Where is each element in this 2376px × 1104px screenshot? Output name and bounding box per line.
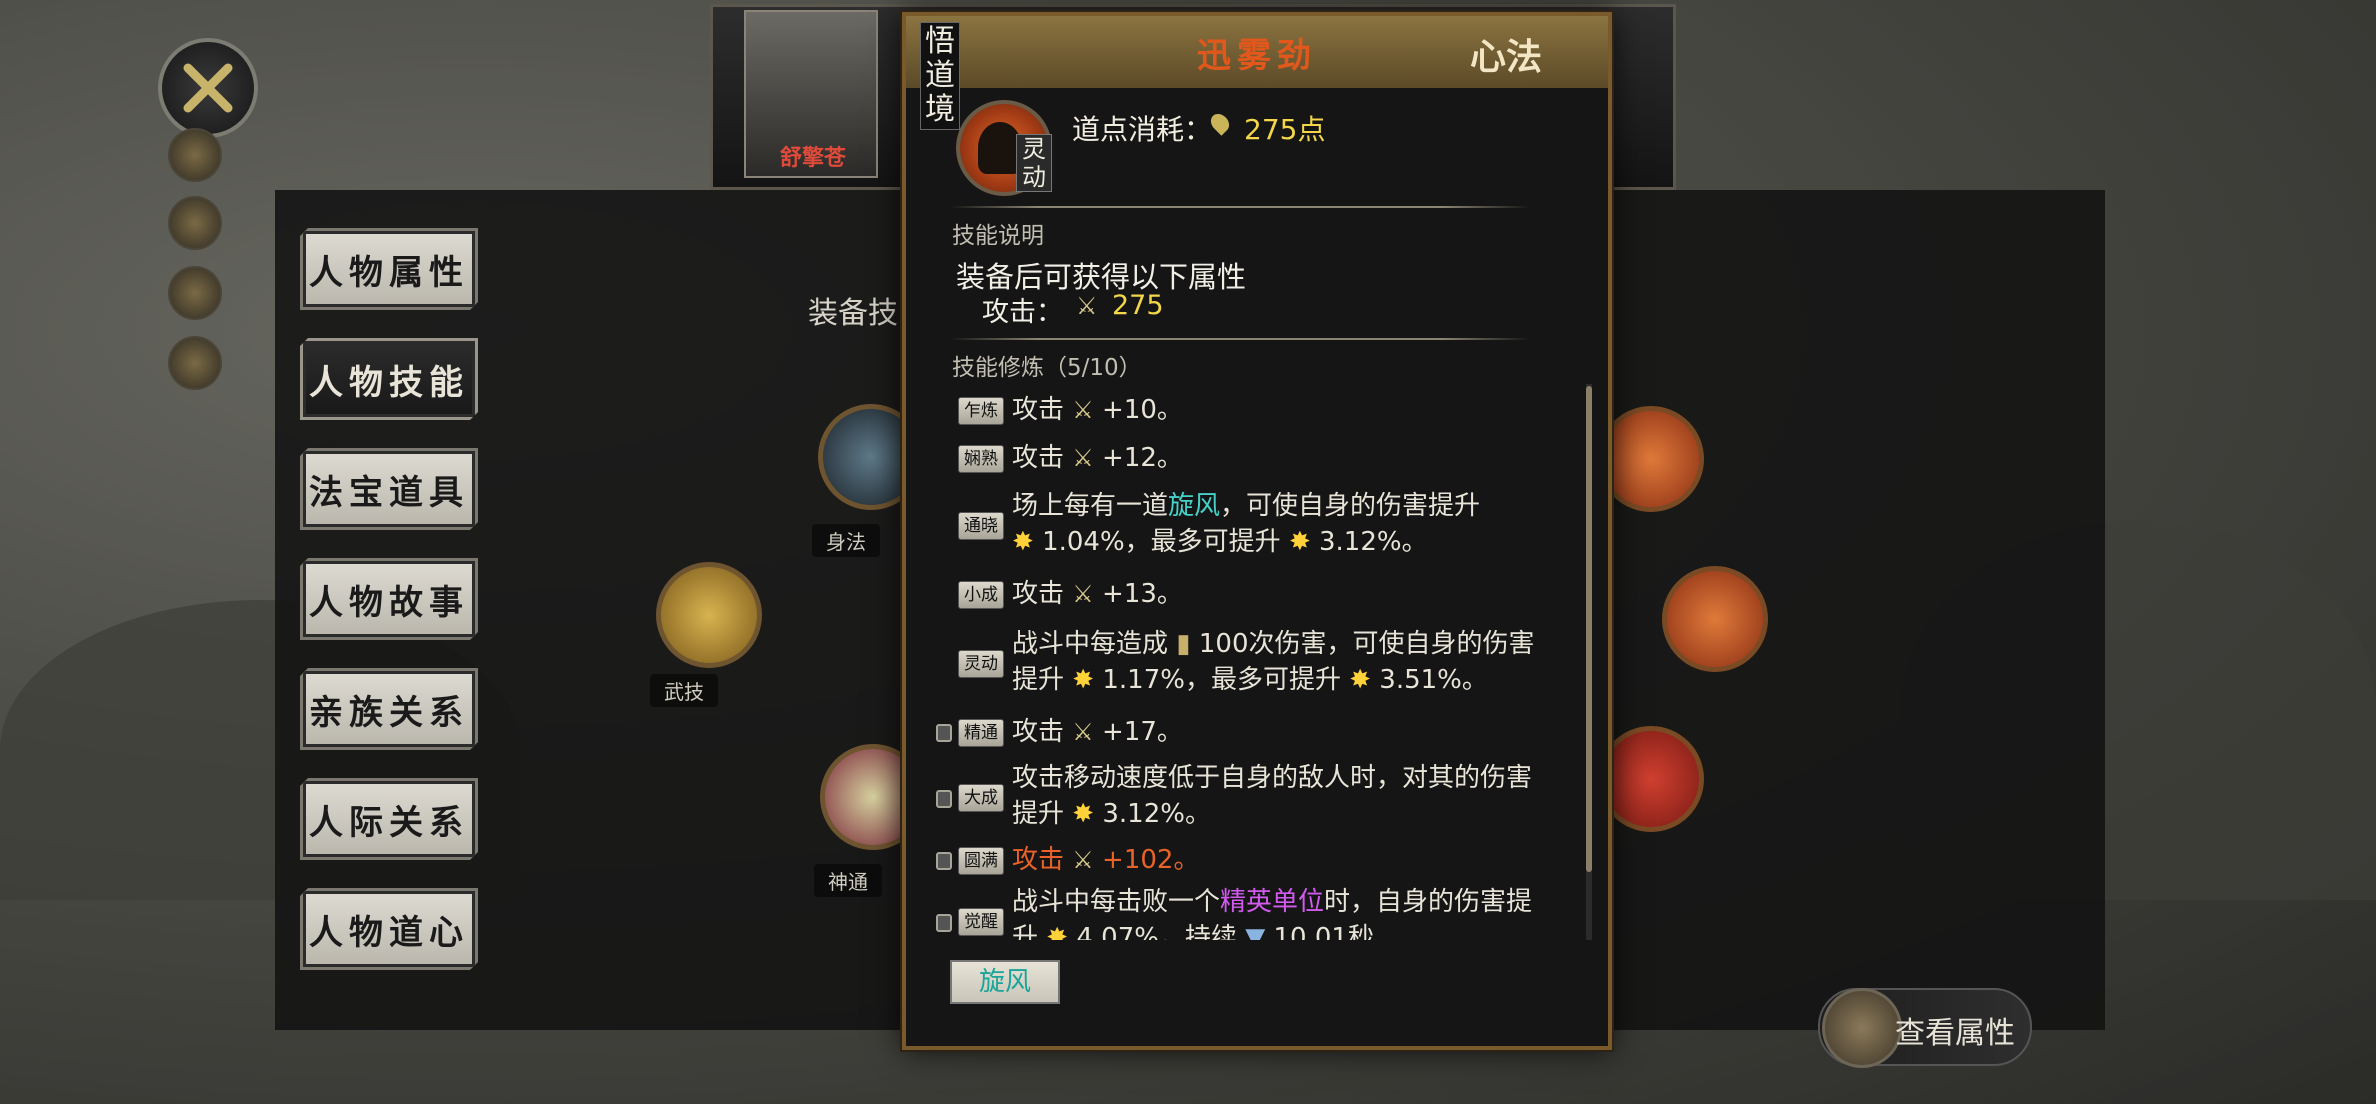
hourglass-icon: ▼: [1245, 923, 1266, 940]
scroll-icon: ▮: [1176, 629, 1191, 659]
skill-type-tag: 灵动: [1016, 134, 1052, 192]
shenfa-label: 身法: [812, 524, 880, 557]
close-button[interactable]: [158, 38, 258, 138]
training-stage-badge: 圆满: [958, 847, 1004, 875]
tab-treasures-items[interactable]: 法宝道具: [300, 448, 478, 530]
training-effect: 攻击 ⚔ +13。: [1012, 576, 1582, 612]
training-effect: 攻击 ⚔ +17。: [1012, 714, 1582, 750]
training-effect: 攻击移动速度低于自身的敌人时，对其的伤害 提升 ✸ 3.12%。: [1012, 763, 1533, 829]
training-effect: 战斗中每造成 ▮ 100次伤害，可使自身的伤害 提升 ✸ 1.17%，最多可提升 …: [1012, 629, 1535, 695]
sword-icon: ⚔: [1072, 396, 1094, 424]
skill-description-heading: 技能说明: [952, 223, 1044, 249]
training-stage-badge: 大成: [958, 784, 1004, 812]
tab-social-relations[interactable]: 人际关系: [300, 778, 478, 860]
training-stage-badge: 小成: [958, 581, 1004, 609]
training-stage-badge: 乍炼: [958, 397, 1004, 425]
sword-icon: ⚔: [1076, 292, 1098, 320]
training-stage-badge: 灵动: [958, 650, 1004, 678]
elite-unit-keyword[interactable]: 精英单位: [1220, 887, 1324, 917]
sword-icon: ⚔: [1072, 718, 1094, 746]
map-side-icon[interactable]: [168, 266, 222, 320]
wuji-skill-slot[interactable]: [656, 562, 762, 668]
lock-icon: [936, 724, 952, 742]
tab-character-attributes[interactable]: 人物属性: [300, 228, 478, 310]
character-name: 舒擎苍: [780, 146, 847, 171]
training-effect: 攻击 ⚔ +10。: [1012, 392, 1582, 428]
xinfa-slot-2[interactable]: [1662, 566, 1768, 672]
dao-cost-value: 275点: [1244, 113, 1326, 146]
training-stage-badge: 精通: [958, 719, 1004, 747]
xinfa-slot-1[interactable]: [1598, 406, 1704, 512]
map-side-icon[interactable]: [168, 128, 222, 182]
training-effect: 场上每有一道旋风，可使自身的伤害提升 ✸ 1.04%，最多可提升 ✸ 3.12%。: [1012, 491, 1481, 557]
damage-burst-icon: ✸: [1072, 799, 1095, 829]
skill-training-heading: 技能修炼（5/10）: [952, 355, 1142, 381]
lock-icon: [936, 914, 952, 932]
damage-burst-icon: ✸: [1046, 923, 1069, 940]
close-icon: [183, 63, 233, 113]
attack-label: 攻击：: [982, 297, 1063, 328]
damage-burst-icon: ✸: [1288, 527, 1311, 557]
lock-icon: [936, 852, 952, 870]
skill-category: 心法: [1470, 36, 1543, 78]
divider: [950, 338, 1530, 340]
training-effect: 战斗中每击败一个精英单位时，自身的伤害提升 ✸ 4.07%，持续 ▼ 10.01…: [1012, 884, 1582, 940]
shentong-label: 神通: [814, 864, 882, 897]
whirlwind-keyword[interactable]: 旋风: [1168, 491, 1220, 521]
training-effect: 攻击 ⚔ +12。: [1012, 440, 1582, 476]
damage-burst-icon: ✸: [1072, 665, 1095, 695]
sword-icon: ⚔: [1072, 580, 1094, 608]
sword-icon: ⚔: [1072, 846, 1094, 874]
damage-burst-icon: ✸: [1349, 665, 1372, 695]
training-stage-badge: 觉醒: [958, 908, 1004, 936]
dao-cost-label: 道点消耗：: [1072, 113, 1213, 146]
training-scrollbar-thumb[interactable]: [1586, 386, 1592, 872]
divider: [950, 206, 1530, 208]
damage-burst-icon: ✸: [1012, 527, 1034, 557]
tab-family-relations[interactable]: 亲族关系: [300, 668, 478, 750]
sword-icon: ⚔: [1072, 444, 1094, 472]
whirlwind-keyword-button[interactable]: 旋风: [950, 960, 1060, 1004]
training-stage-badge: 娴熟: [958, 445, 1004, 473]
realm-tag: 悟道境: [920, 22, 960, 130]
tab-dao-heart[interactable]: 人物道心: [300, 888, 478, 970]
map-side-icon[interactable]: [168, 196, 222, 250]
meditating-figure-icon: [1822, 988, 1902, 1068]
wuji-label: 武技: [650, 674, 718, 707]
training-effect: 攻击 ⚔ +102。: [1012, 842, 1582, 878]
map-side-icon[interactable]: [168, 336, 222, 390]
training-list[interactable]: 乍炼 攻击 ⚔ +10。 娴熟 攻击 ⚔ +12。 通晓 场上每有一道旋风，可使…: [930, 384, 1590, 940]
view-attributes-label: 查看属性: [1895, 1016, 2015, 1051]
xinfa-slot-3[interactable]: [1598, 726, 1704, 832]
training-stage-badge: 通晓: [958, 512, 1004, 540]
lock-icon: [936, 790, 952, 808]
tab-character-story[interactable]: 人物故事: [300, 558, 478, 640]
attack-value: 275: [1112, 290, 1164, 321]
tab-character-skills[interactable]: 人物技能: [300, 338, 478, 420]
